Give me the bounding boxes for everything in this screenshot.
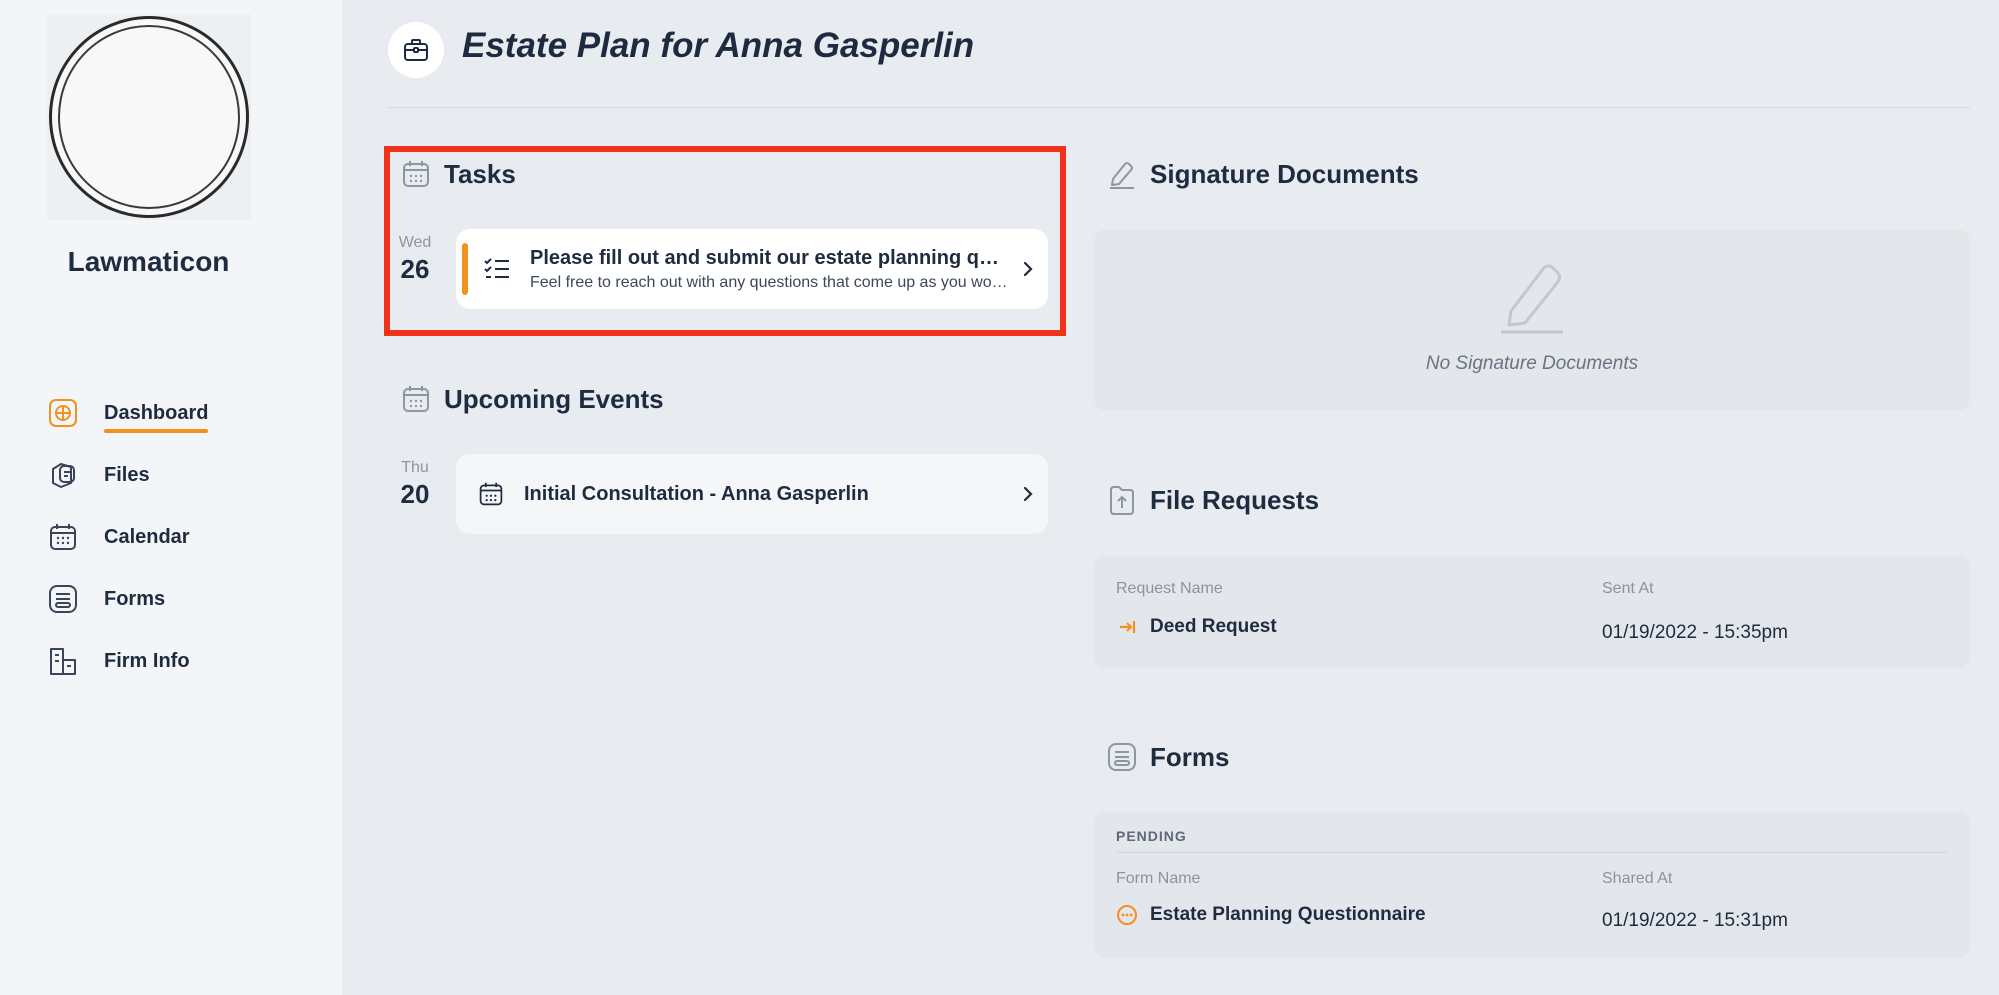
sent-at-header: Sent At — [1602, 580, 1654, 597]
page-title: Estate Plan for Anna Gasperlin — [462, 26, 975, 65]
chevron-right-icon — [1008, 486, 1048, 502]
file-requests-title: File Requests — [1150, 484, 1320, 515]
task-day: Wed — [398, 234, 432, 251]
file-request-row[interactable]: Deed Request — [1116, 616, 1277, 638]
sidebar-nav: Dashboard Files Calendar Forms Firm Info — [47, 382, 209, 692]
file-request-date: 01/19/2022 - 15:35pm — [1602, 622, 1788, 643]
signature-panel: No Signature Documents — [1094, 229, 1970, 411]
sidebar-item-files[interactable]: Files — [47, 444, 208, 506]
sidebar-item-calendar[interactable]: Calendar — [47, 506, 208, 568]
tasks-title: Tasks — [444, 158, 516, 189]
more-dots-icon — [1116, 904, 1138, 926]
signature-title: Signature Documents — [1150, 158, 1419, 189]
main-content: Estate Plan for Anna Gasperlin Tasks Wed… — [342, 0, 1999, 995]
arrow-in-icon — [1116, 616, 1138, 638]
signature-empty-text: No Signature Documents — [1425, 353, 1639, 374]
logo-circle — [49, 16, 249, 218]
sidebar-item-label: Calendar — [104, 525, 190, 548]
pen-icon — [1497, 255, 1567, 340]
forms-panel: PENDING Form Name Shared At Estate Plann… — [1094, 812, 1970, 958]
signature-section-header: Signature Documents — [1106, 158, 1419, 190]
forms-icon — [1106, 741, 1138, 773]
sidebar-item-label: Files — [104, 463, 150, 486]
form-shared-date: 01/19/2022 - 15:31pm — [1602, 910, 1788, 931]
forms-icon — [47, 583, 79, 615]
task-date-number: 26 — [400, 254, 430, 284]
forms-title: Forms — [1150, 741, 1230, 772]
calendar-icon — [476, 479, 506, 509]
checklist-icon — [482, 254, 512, 284]
pen-icon — [1106, 158, 1138, 190]
calendar-icon — [47, 521, 79, 553]
file-upload-icon — [1106, 484, 1138, 516]
task-title: Please fill out and submit our estate pl… — [530, 246, 1008, 269]
file-requests-panel: Request Name Sent At Deed Request 01/19/… — [1094, 556, 1970, 668]
file-requests-section-header: File Requests — [1106, 484, 1319, 516]
event-card[interactable]: Initial Consultation - Anna Gasperlin — [456, 454, 1048, 534]
shared-at-header: Shared At — [1602, 870, 1673, 887]
calendar-icon — [400, 383, 432, 415]
task-subtitle: Feel free to reach out with any question… — [530, 273, 1008, 291]
dashboard-icon — [47, 397, 79, 429]
event-date-number: 20 — [400, 479, 430, 509]
firm-info-icon — [47, 645, 79, 677]
calendar-icon — [400, 158, 432, 190]
form-row[interactable]: Estate Planning Questionnaire — [1116, 904, 1426, 926]
files-icon — [47, 459, 79, 491]
sidebar-item-label: Dashboard — [104, 401, 209, 433]
chevron-right-icon — [1008, 261, 1048, 277]
brand-name: Lawmaticon — [67, 246, 230, 277]
firm-logo — [47, 14, 251, 220]
briefcase-icon — [388, 22, 444, 78]
pending-label: PENDING — [1116, 828, 1187, 844]
sidebar-item-label: Forms — [104, 587, 166, 610]
task-date: Wed 26 — [390, 234, 440, 285]
sidebar-item-forms[interactable]: Forms — [47, 568, 208, 630]
forms-section-header: Forms — [1106, 741, 1229, 773]
task-card[interactable]: Please fill out and submit our estate pl… — [456, 229, 1048, 309]
request-name-header: Request Name — [1116, 580, 1223, 597]
tasks-section-header: Tasks — [400, 158, 516, 190]
events-title: Upcoming Events — [444, 383, 664, 414]
sidebar-item-label: Firm Info — [104, 649, 190, 672]
event-date: Thu 20 — [390, 459, 440, 510]
task-accent-bar — [462, 243, 468, 295]
form-name-header: Form Name — [1116, 870, 1201, 887]
task-text: Please fill out and submit our estate pl… — [530, 247, 1008, 292]
pending-divider — [1116, 852, 1948, 853]
event-title: Initial Consultation - Anna Gasperlin — [524, 482, 869, 505]
file-request-name: Deed Request — [1150, 616, 1277, 637]
event-text: Initial Consultation - Anna Gasperlin — [524, 483, 1008, 506]
form-name: Estate Planning Questionnaire — [1150, 904, 1426, 925]
events-section-header: Upcoming Events — [400, 383, 664, 415]
header-divider — [388, 107, 1970, 108]
sidebar-item-dashboard[interactable]: Dashboard — [47, 382, 209, 444]
sidebar: Lawmaticon Dashboard Files Calendar Form… — [0, 0, 342, 995]
sidebar-item-firm-info[interactable]: Firm Info — [47, 630, 208, 692]
event-day: Thu — [401, 459, 429, 476]
